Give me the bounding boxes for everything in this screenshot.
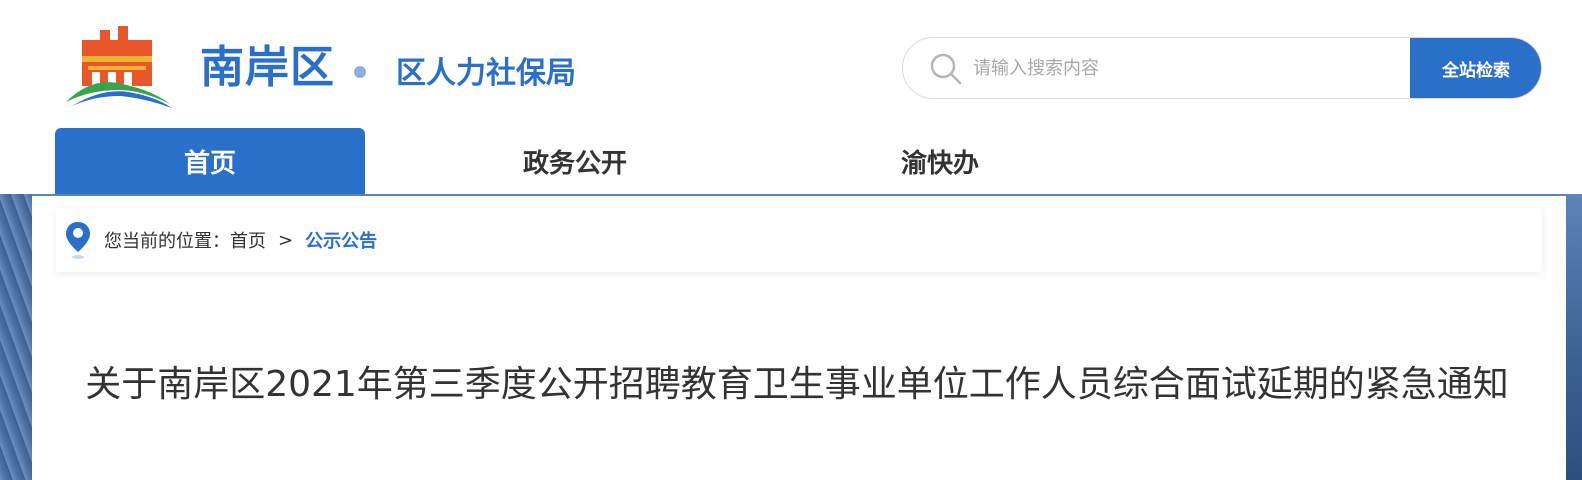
department-name: 区人力社保局 [396, 56, 576, 91]
search-bar: 全站检索 [902, 37, 1542, 99]
search-input[interactable] [973, 38, 1403, 98]
background-decoration [0, 194, 32, 480]
title-separator-dot [354, 66, 366, 78]
breadcrumb-home-link[interactable]: 首页 [230, 227, 266, 253]
nav-item-government-affairs[interactable]: 政务公开 [420, 128, 730, 194]
nav-item-home[interactable]: 首页 [55, 128, 365, 194]
location-pin-icon [66, 222, 90, 259]
breadcrumb-separator: > [278, 229, 294, 251]
breadcrumb-current[interactable]: 公示公告 [305, 227, 377, 253]
breadcrumb-prefix: 您当前的位置： [104, 231, 230, 252]
main-nav: 首页 政务公开 渝快办 [0, 128, 1582, 194]
breadcrumb: 您当前的位置： 首页 > 公示公告 [56, 208, 1542, 272]
search-icon [930, 53, 962, 85]
district-name: 南岸区 [200, 42, 335, 93]
article-title: 关于南岸区2021年第三季度公开招聘教育卫生事业单位工作人员综合面试延期的紧急通… [85, 364, 1509, 405]
breadcrumb-trail: 您当前的位置： 首页 > 公示公告 [104, 208, 377, 272]
nav-item-yukuaiban[interactable]: 渝快办 [785, 128, 1095, 194]
district-logo[interactable] [62, 26, 174, 108]
site-search-button[interactable]: 全站检索 [1410, 38, 1541, 98]
